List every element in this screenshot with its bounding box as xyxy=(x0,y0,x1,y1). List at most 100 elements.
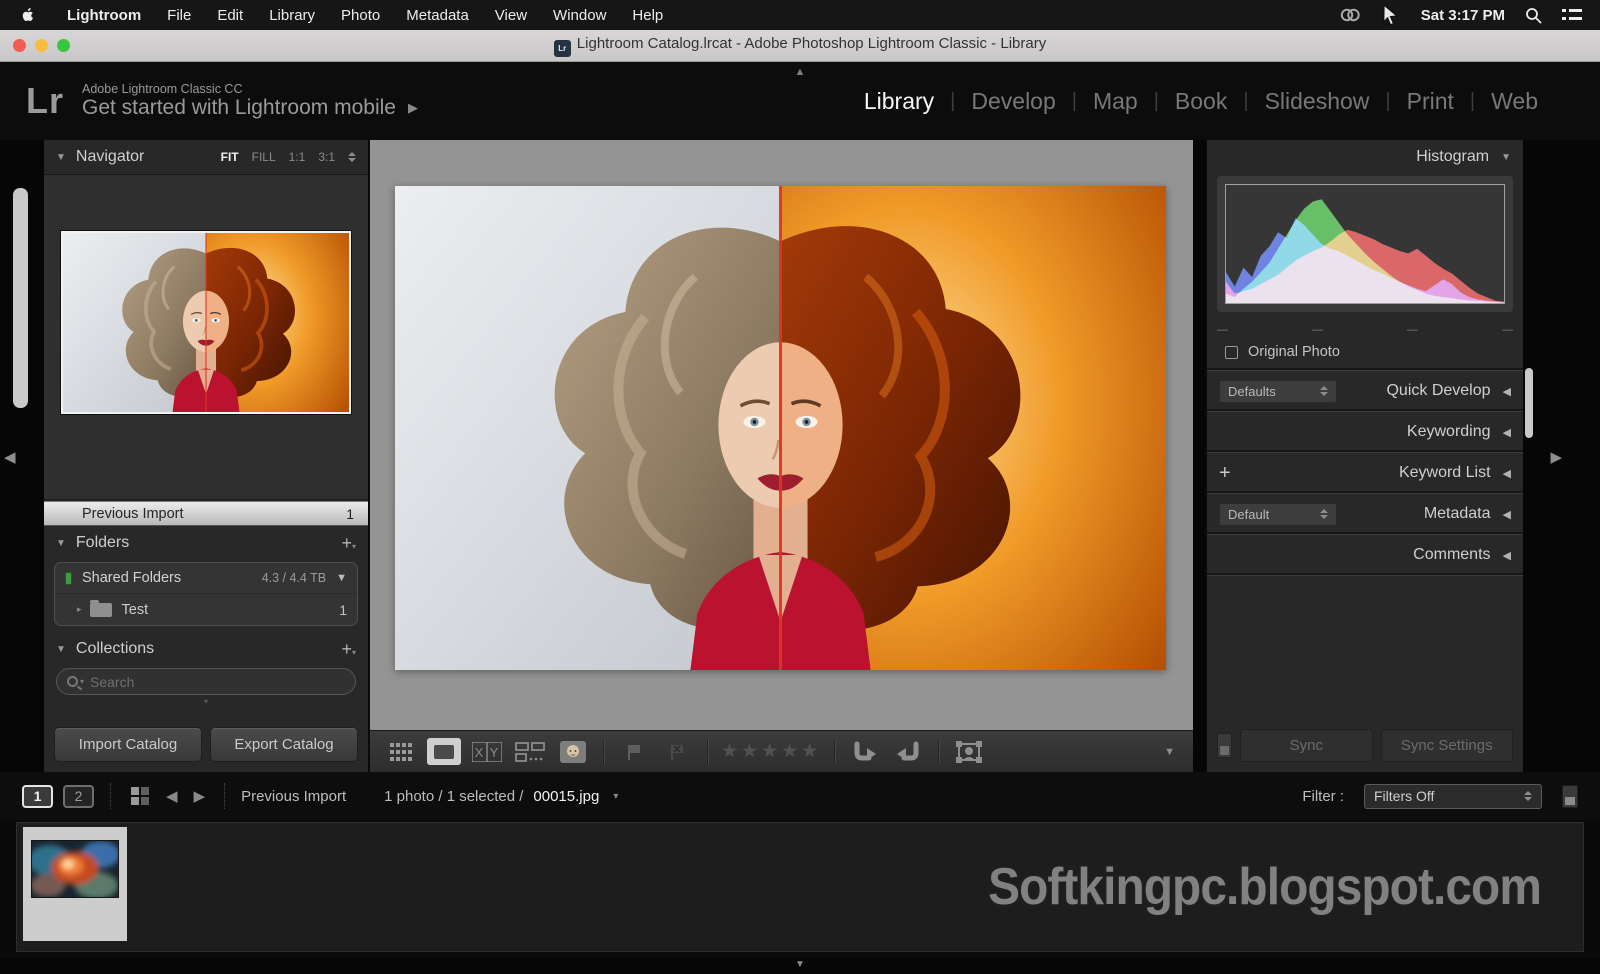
star-rating-control[interactable]: ★★★★★ xyxy=(721,740,821,763)
collections-collapse-icon[interactable]: ▼ xyxy=(56,644,66,655)
bottom-panel-reveal-arrow[interactable]: ▼ xyxy=(795,958,805,972)
module-tab-map[interactable]: Map xyxy=(1077,88,1154,115)
loupe-view-button[interactable] xyxy=(427,738,461,765)
zoom-mode-1-1[interactable]: 1:1 xyxy=(289,150,306,164)
lightroom-mobile-link[interactable]: Get started with Lightroom mobile xyxy=(82,96,396,120)
flag-pick-button[interactable] xyxy=(617,738,651,765)
sync-toggle[interactable] xyxy=(1217,733,1232,758)
metadata-collapse-icon[interactable]: ◀ xyxy=(1503,508,1511,521)
histogram-header[interactable]: Histogram ▼ xyxy=(1207,140,1523,174)
go-to-grid-button[interactable] xyxy=(131,787,149,805)
sync-button[interactable]: Sync xyxy=(1240,729,1373,762)
people-view-button[interactable] xyxy=(556,738,590,765)
creative-cloud-icon[interactable] xyxy=(1339,6,1361,24)
histogram-chart[interactable] xyxy=(1225,184,1505,304)
filter-dropdown[interactable]: Filters Off xyxy=(1364,784,1542,809)
metadata-preset-dropdown[interactable]: Default xyxy=(1219,503,1337,526)
filmstrip-source-chevron[interactable]: ▾ xyxy=(613,791,618,802)
keywording-section[interactable]: Keywording ◀ xyxy=(1207,411,1523,452)
grid-view-button[interactable] xyxy=(384,738,418,765)
navigator-collapse-icon[interactable]: ▼ xyxy=(56,152,66,163)
quick-develop-collapse-icon[interactable]: ◀ xyxy=(1503,385,1511,398)
top-panel-reveal-arrow[interactable]: ▲ xyxy=(795,66,806,78)
menu-item-window[interactable]: Window xyxy=(540,7,619,24)
quick-develop-section[interactable]: Defaults Quick Develop ◀ xyxy=(1207,370,1523,411)
filmstrip-track[interactable]: Softkingpc.blogspot.com xyxy=(16,822,1584,952)
rotate-right-button[interactable] xyxy=(891,738,925,765)
add-folder-button[interactable]: +▾ xyxy=(341,534,356,552)
lightroom-mobile-play-icon[interactable]: ▶ xyxy=(408,100,418,116)
right-panel-collapse-arrow[interactable]: ▶ xyxy=(1550,448,1562,466)
comments-collapse-icon[interactable]: ◀ xyxy=(1503,549,1511,562)
menu-item-library[interactable]: Library xyxy=(256,7,328,24)
keyword-list-collapse-icon[interactable]: ◀ xyxy=(1503,467,1511,480)
apple-menu-icon[interactable] xyxy=(20,7,36,23)
histogram-collapse-icon[interactable]: ▼ xyxy=(1501,152,1511,163)
previous-photo-button[interactable]: ◀ xyxy=(163,787,181,805)
flag-reject-button[interactable] xyxy=(660,738,694,765)
notification-center-icon[interactable] xyxy=(1562,7,1582,23)
menu-item-photo[interactable]: Photo xyxy=(328,7,393,24)
left-panel-scrollbar[interactable] xyxy=(13,188,28,408)
catalog-previous-import-row[interactable]: Previous Import 1 xyxy=(44,501,368,526)
collections-search-field[interactable]: ▾ xyxy=(56,668,356,695)
module-tab-print[interactable]: Print xyxy=(1391,88,1470,115)
keyword-list-section[interactable]: + Keyword List ◀ xyxy=(1207,452,1523,493)
next-photo-button[interactable]: ▶ xyxy=(191,787,209,805)
module-tab-library[interactable]: Library xyxy=(848,88,950,115)
identity-plate: Adobe Lightroom Classic CC Get started w… xyxy=(82,82,418,120)
search-options-chevron[interactable]: ▾ xyxy=(80,677,84,686)
folders-collapse-icon[interactable]: ▼ xyxy=(56,538,66,549)
sync-settings-button[interactable]: Sync Settings xyxy=(1381,729,1514,762)
module-tab-slideshow[interactable]: Slideshow xyxy=(1249,88,1386,115)
menu-item-view[interactable]: View xyxy=(482,7,540,24)
collections-header[interactable]: ▼ Collections +▾ xyxy=(44,632,368,666)
folders-header[interactable]: ▼ Folders +▾ xyxy=(44,526,368,560)
export-catalog-button[interactable]: Export Catalog xyxy=(210,727,358,762)
comments-section[interactable]: Comments ◀ xyxy=(1207,534,1523,575)
folder-disclosure-icon[interactable]: ▸ xyxy=(77,604,82,615)
spotlight-search-icon[interactable] xyxy=(1525,7,1542,24)
right-panel-scrollbar[interactable] xyxy=(1525,368,1533,438)
zoom-mode-fit[interactable]: FIT xyxy=(221,150,239,164)
compare-view-button[interactable]: X Y xyxy=(470,738,504,765)
quick-develop-preset-dropdown[interactable]: Defaults xyxy=(1219,380,1337,403)
main-photo[interactable] xyxy=(395,186,1166,670)
zoom-mode-3-1[interactable]: 3:1 xyxy=(318,150,335,164)
toolbar-options-dropdown[interactable]: ▼ xyxy=(1164,746,1175,758)
filmstrip-thumbnail[interactable] xyxy=(23,827,127,941)
main-window-button[interactable]: 1 xyxy=(22,785,53,808)
filmstrip-source-label[interactable]: Previous Import xyxy=(241,788,346,805)
folder-row-test[interactable]: ▸ Test 1 xyxy=(55,594,357,625)
module-tab-web[interactable]: Web xyxy=(1475,88,1554,115)
navigator-header[interactable]: ▼ Navigator FIT FILL 1:1 3:1 xyxy=(44,140,368,174)
collections-title: Collections xyxy=(76,640,154,658)
menu-item-edit[interactable]: Edit xyxy=(204,7,256,24)
zoom-mode-fill[interactable]: FILL xyxy=(252,150,276,164)
module-tab-develop[interactable]: Develop xyxy=(955,88,1071,115)
menu-item-help[interactable]: Help xyxy=(619,7,676,24)
module-tab-book[interactable]: Book xyxy=(1159,88,1243,115)
volume-collapse-icon[interactable]: ▼ xyxy=(336,572,347,584)
filter-toggle[interactable] xyxy=(1562,785,1578,808)
rotate-left-button[interactable] xyxy=(848,738,882,765)
crop-overlay-button[interactable] xyxy=(952,738,986,765)
menu-item-lightroom[interactable]: Lightroom xyxy=(54,7,154,24)
add-collection-button[interactable]: +▾ xyxy=(341,640,356,658)
import-catalog-button[interactable]: Import Catalog xyxy=(54,727,202,762)
keywording-collapse-icon[interactable]: ◀ xyxy=(1503,426,1511,439)
menu-item-metadata[interactable]: Metadata xyxy=(393,7,482,24)
original-photo-row[interactable]: Original Photo xyxy=(1207,336,1523,370)
original-photo-checkbox[interactable] xyxy=(1225,346,1238,359)
metadata-section[interactable]: Default Metadata ◀ xyxy=(1207,493,1523,534)
navigator-preview-image[interactable] xyxy=(61,231,351,414)
survey-view-button[interactable] xyxy=(513,738,547,765)
menubar-clock[interactable]: Sat 3:17 PM xyxy=(1421,7,1505,24)
zoom-mode-stepper[interactable] xyxy=(348,152,356,162)
add-keyword-button[interactable]: + xyxy=(1219,462,1231,485)
volume-row-shared-folders[interactable]: Shared Folders 4.3 / 4.4 TB ▼ xyxy=(55,563,357,594)
search-input[interactable] xyxy=(90,674,345,690)
second-window-button[interactable]: 2 xyxy=(63,785,94,808)
left-panel-collapse-arrow[interactable]: ◀ xyxy=(4,448,16,466)
menu-item-file[interactable]: File xyxy=(154,7,204,24)
